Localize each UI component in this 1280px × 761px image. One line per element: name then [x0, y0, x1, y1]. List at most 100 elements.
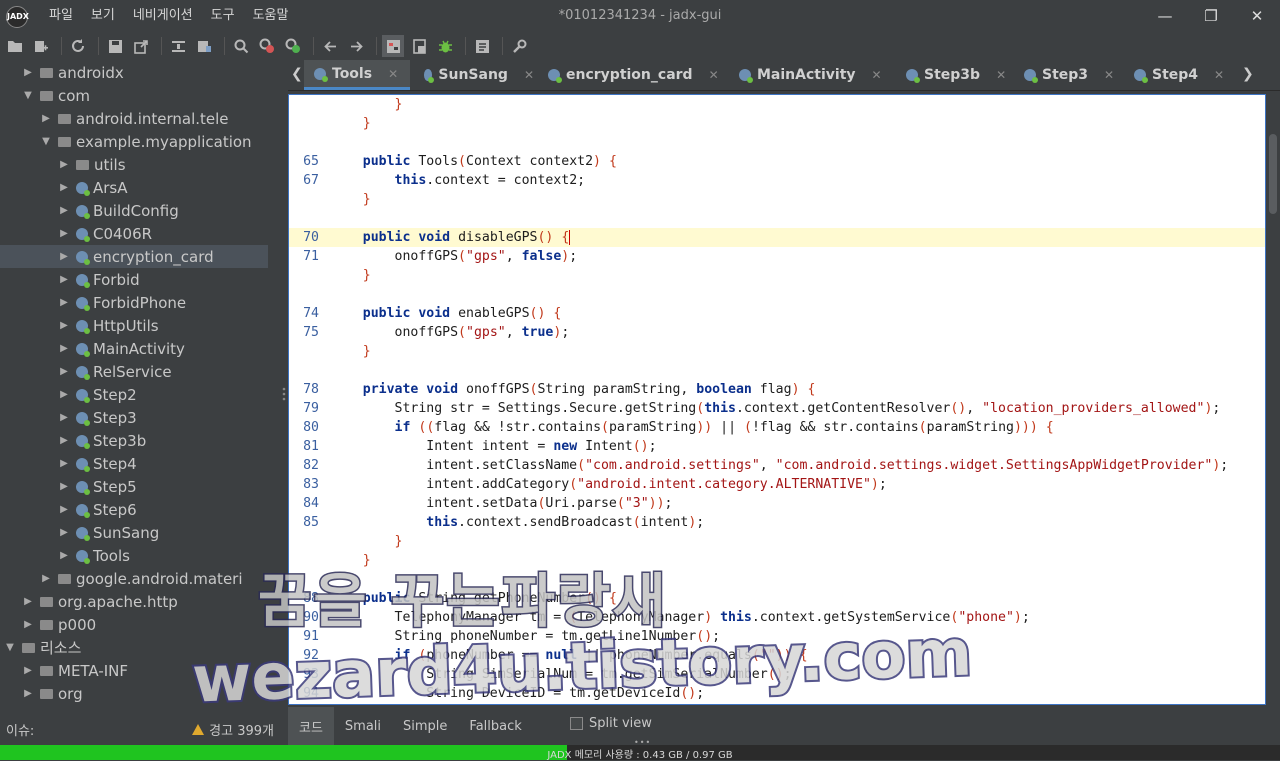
- minimize-button[interactable]: —: [1142, 0, 1188, 32]
- code-line[interactable]: 79 String str = Settings.Secure.getStrin…: [289, 399, 1265, 418]
- search-icon[interactable]: [230, 35, 252, 57]
- tree-item[interactable]: ▶ ArsA: [0, 176, 280, 199]
- settings-icon[interactable]: [508, 35, 530, 57]
- code-line[interactable]: 91 String phoneNumber = tm.getLine1Numbe…: [289, 627, 1265, 646]
- code-view-tab[interactable]: Smali: [334, 719, 392, 734]
- code-line[interactable]: [289, 361, 1265, 380]
- collapsed-arrow-icon[interactable]: ▶: [58, 481, 70, 492]
- code-view-tab[interactable]: 코드: [288, 706, 334, 746]
- collapsed-arrow-icon[interactable]: ▶: [58, 412, 70, 423]
- collapsed-arrow-icon[interactable]: ▶: [58, 366, 70, 377]
- code-line[interactable]: }: [289, 114, 1265, 133]
- collapsed-arrow-icon[interactable]: ▶: [58, 389, 70, 400]
- tab-close-icon[interactable]: ✕: [872, 68, 882, 82]
- collapsed-arrow-icon[interactable]: ▶: [58, 159, 70, 170]
- expanded-arrow-icon[interactable]: ▼: [4, 642, 16, 653]
- code-view-tab[interactable]: Fallback: [458, 719, 532, 734]
- collapsed-arrow-icon[interactable]: ▶: [58, 297, 70, 308]
- code-line[interactable]: 70 public void disableGPS() {: [289, 228, 1265, 247]
- code-line[interactable]: 83 intent.addCategory("android.intent.ca…: [289, 475, 1265, 494]
- tree-item[interactable]: ▶ org: [0, 682, 280, 705]
- code-line[interactable]: 94 String DeviceID = tm.getDeviceId();: [289, 684, 1265, 703]
- log-icon[interactable]: [471, 35, 493, 57]
- collapsed-arrow-icon[interactable]: ▶: [58, 251, 70, 262]
- collapsed-arrow-icon[interactable]: ▶: [58, 343, 70, 354]
- tree-item[interactable]: ▶ Step3: [0, 406, 280, 429]
- code-comment-icon[interactable]: [408, 35, 430, 57]
- tree-item[interactable]: ▶ Step5: [0, 475, 280, 498]
- tree-scrollbar[interactable]: [268, 60, 280, 705]
- tree-item[interactable]: ▶ Tools: [0, 544, 280, 567]
- code-line[interactable]: [289, 570, 1265, 589]
- tab-close-icon[interactable]: ✕: [709, 68, 719, 82]
- flatten-packages-icon[interactable]: [193, 35, 215, 57]
- expanded-arrow-icon[interactable]: ▼: [40, 136, 52, 147]
- back-icon[interactable]: [319, 35, 341, 57]
- collapsed-arrow-icon[interactable]: ▶: [58, 458, 70, 469]
- maximize-button[interactable]: ❐: [1188, 0, 1234, 32]
- tab-close-icon[interactable]: ✕: [1104, 68, 1114, 82]
- collapsed-arrow-icon[interactable]: ▶: [58, 182, 70, 193]
- deobfuscation-icon[interactable]: [382, 35, 404, 57]
- tab-step4[interactable]: Step4 ✕: [1124, 60, 1234, 90]
- tabs-prev-icon[interactable]: ❮: [291, 66, 303, 82]
- tab-encryption-card[interactable]: encryption_card ✕: [538, 60, 724, 90]
- tree-item[interactable]: ▼ 리소스: [0, 636, 272, 659]
- tab-close-icon[interactable]: ✕: [1214, 68, 1224, 82]
- code-line[interactable]: [289, 209, 1265, 228]
- tab-mainactivity[interactable]: MainActivity ✕: [729, 60, 891, 90]
- tab-close-icon[interactable]: ✕: [996, 68, 1006, 82]
- collapsed-arrow-icon[interactable]: ▶: [58, 228, 70, 239]
- collapsed-arrow-icon[interactable]: ▶: [22, 596, 34, 607]
- tree-item[interactable]: ▶ Forbid: [0, 268, 280, 291]
- code-line[interactable]: 82 intent.setClassName("com.android.sett…: [289, 456, 1265, 475]
- code-line[interactable]: 85 this.context.sendBroadcast(intent);: [289, 513, 1265, 532]
- tree-item[interactable]: ▶ Step6: [0, 498, 280, 521]
- find-usage-icon[interactable]: [282, 35, 304, 57]
- collapsed-arrow-icon[interactable]: ▶: [22, 665, 34, 676]
- forward-icon[interactable]: [345, 35, 367, 57]
- tab-sunsang[interactable]: SunSang ✕: [414, 60, 534, 90]
- export-icon[interactable]: [130, 35, 152, 57]
- tree-item[interactable]: ▶ BuildConfig: [0, 199, 280, 222]
- collapsed-arrow-icon[interactable]: ▶: [58, 504, 70, 515]
- tab-close-icon[interactable]: ✕: [388, 67, 398, 81]
- code-line[interactable]: }: [289, 190, 1265, 209]
- code-line[interactable]: 84 intent.setData(Uri.parse("3"));: [289, 494, 1265, 513]
- save-icon[interactable]: [104, 35, 126, 57]
- tree-item[interactable]: ▶ Step2: [0, 383, 280, 406]
- collapsed-arrow-icon[interactable]: ▶: [40, 573, 52, 584]
- tree-item[interactable]: ▼ example.myapplication: [0, 130, 280, 153]
- sync-tree-icon[interactable]: [167, 35, 189, 57]
- tree-item[interactable]: ▶ META-INF: [0, 659, 280, 682]
- tab-step3b[interactable]: Step3b ✕: [896, 60, 1010, 90]
- collapsed-arrow-icon[interactable]: ▶: [22, 619, 34, 630]
- split-view-checkbox[interactable]: [570, 717, 583, 730]
- code-line[interactable]: }: [289, 532, 1265, 551]
- tree-item[interactable]: ▶ androidx: [0, 61, 280, 84]
- collapsed-arrow-icon[interactable]: ▶: [22, 688, 34, 699]
- tree-item[interactable]: ▶ HttpUtils: [0, 314, 280, 337]
- code-line[interactable]: }: [289, 551, 1265, 570]
- tab-tools[interactable]: Tools ✕: [304, 60, 410, 90]
- collapsed-arrow-icon[interactable]: ▶: [58, 320, 70, 331]
- menu-item[interactable]: 도구: [202, 7, 244, 25]
- code-line[interactable]: 81 Intent intent = new Intent();: [289, 437, 1265, 456]
- code-view-tab[interactable]: Simple: [392, 719, 458, 734]
- code-line[interactable]: 75 onoffGPS("gps", true);: [289, 323, 1265, 342]
- editor-scrollbar-thumb[interactable]: [1269, 134, 1277, 214]
- code-editor[interactable]: } } 65 public Tools(Context context2) {67…: [288, 94, 1266, 705]
- code-line[interactable]: 88 public String getPhoneNumber() {: [289, 589, 1265, 608]
- tree-item[interactable]: ▶ ForbidPhone: [0, 291, 280, 314]
- tree-item[interactable]: ▶ SunSang: [0, 521, 280, 544]
- tab-step3[interactable]: Step3 ✕: [1014, 60, 1120, 90]
- close-button[interactable]: ✕: [1234, 0, 1280, 32]
- pane-splitter[interactable]: [280, 60, 288, 705]
- find-class-icon[interactable]: [256, 35, 278, 57]
- code-line[interactable]: 65 public Tools(Context context2) {: [289, 152, 1265, 171]
- tree-item[interactable]: ▶ google.android.materi: [0, 567, 280, 590]
- code-line[interactable]: 80 if ((flag && !str.contains(paramStrin…: [289, 418, 1265, 437]
- collapsed-arrow-icon[interactable]: ▶: [58, 435, 70, 446]
- code-line[interactable]: }: [289, 95, 1265, 114]
- code-line[interactable]: }: [289, 342, 1265, 361]
